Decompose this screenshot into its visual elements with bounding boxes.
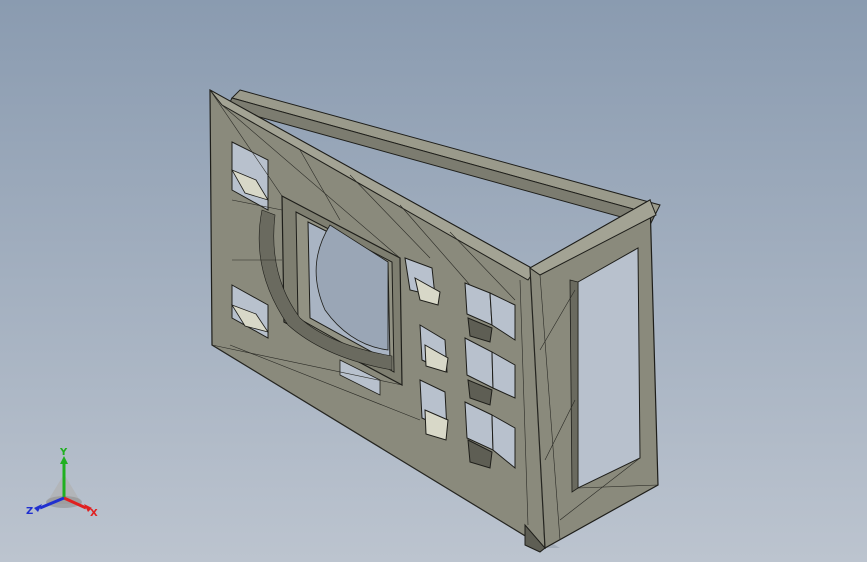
3d-model-view[interactable]: [0, 0, 867, 562]
y-axis-label: Y: [59, 447, 68, 458]
graphics-viewport[interactable]: Y X Z: [0, 0, 867, 562]
axis-triad: Y X Z: [26, 447, 98, 519]
x-axis-label: X: [90, 508, 98, 519]
z-axis-label: Z: [26, 506, 33, 517]
side-wall-opening: [577, 247, 641, 489]
